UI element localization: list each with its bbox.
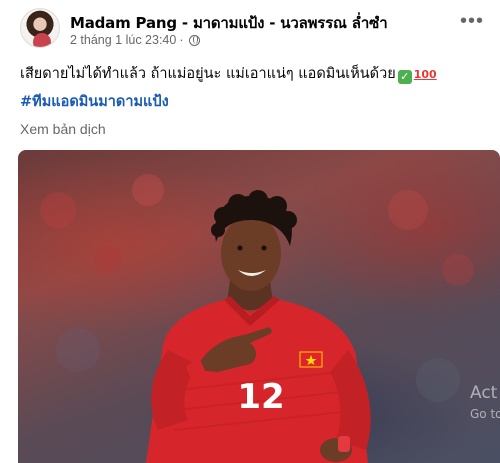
author-name[interactable]: Madam Pang - มาดามแป้ง - นวลพรรณ ล่ำซำ [70,11,388,35]
author-avatar[interactable] [20,8,60,48]
meta-separator: · [179,33,184,47]
check-emoji-icon: ✓ [397,70,412,84]
post-hashtag[interactable]: #ทีมแอดมินมาดามแป้ง [20,90,169,113]
activation-watermark-title: Act [470,383,498,403]
post-meta: 2 tháng 1 lúc 23:40 · [70,33,200,47]
jersey-number: 12 [237,377,284,417]
post-photo[interactable]: 12 Act Go to [18,150,500,463]
player-illustration: 12 [40,174,474,463]
hundred-emoji-icon: 100 [413,68,437,81]
see-translation-link[interactable]: Xem bản dịch [20,121,106,137]
post-timestamp[interactable]: 2 tháng 1 lúc 23:40 [70,33,176,47]
post-text: เสียดายไม่ได้ทำแล้ว ถ้าแม่อยู่นะ แม่เอาแ… [20,62,437,85]
post-text-body: เสียดายไม่ได้ทำแล้ว ถ้าแม่อยู่นะ แม่เอาแ… [20,66,396,82]
post-header: Madam Pang - มาดามแป้ง - นวลพรรณ ล่ำซำ 2… [20,8,490,52]
activation-watermark-subtitle: Go to [470,407,500,421]
more-options-icon[interactable]: ••• [460,11,484,31]
globe-icon[interactable] [188,34,200,46]
